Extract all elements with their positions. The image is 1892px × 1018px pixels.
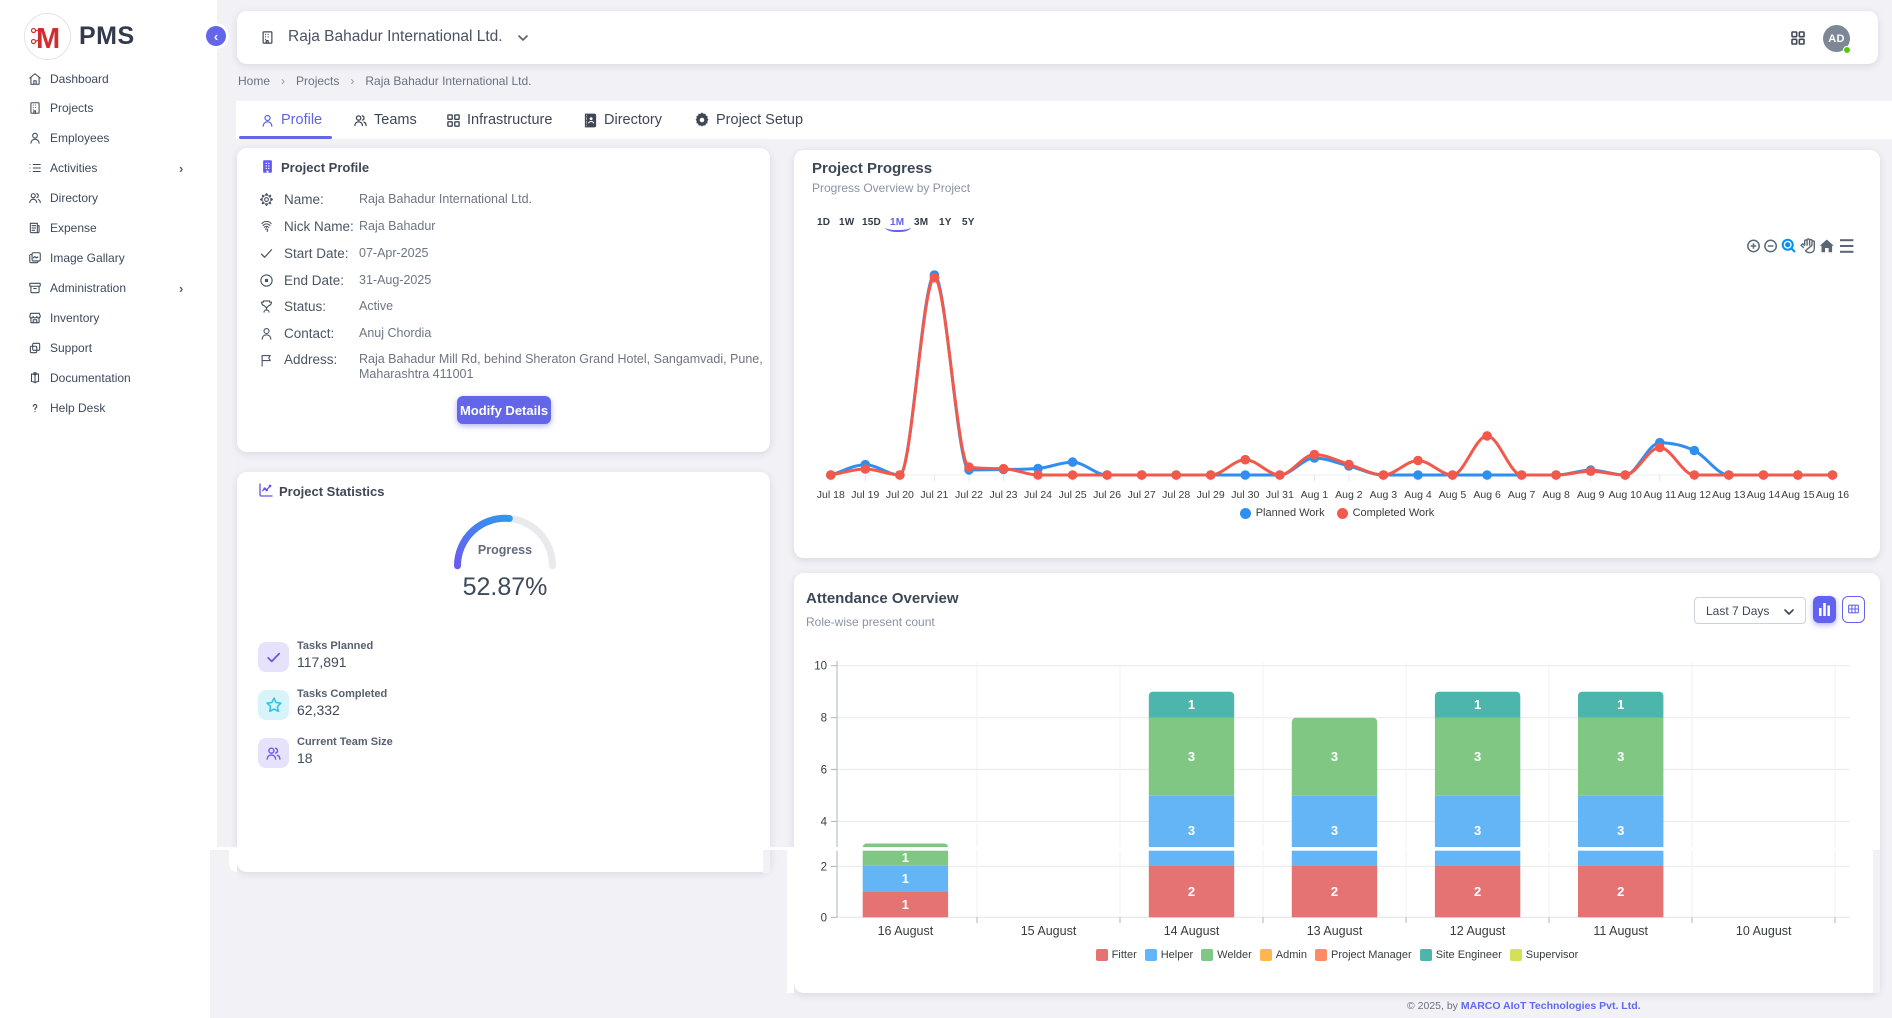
svg-text:Aug 2: Aug 2 [1335, 489, 1363, 501]
svg-text:10: 10 [814, 661, 827, 673]
svg-text:Jul 27: Jul 27 [1128, 489, 1156, 501]
svg-text:2: 2 [1188, 884, 1195, 899]
svg-text:2: 2 [1331, 884, 1338, 899]
svg-text:12 August: 12 August [1450, 924, 1506, 938]
svg-text:8: 8 [821, 713, 827, 725]
svg-text:Jul 22: Jul 22 [955, 489, 983, 501]
svg-text:Aug 5: Aug 5 [1439, 489, 1467, 501]
svg-text:Jul 23: Jul 23 [989, 489, 1017, 501]
svg-text:1: 1 [1474, 697, 1481, 712]
svg-text:3: 3 [1617, 749, 1624, 764]
svg-text:3: 3 [1331, 823, 1338, 838]
svg-text:2: 2 [1474, 884, 1481, 899]
svg-text:Aug 7: Aug 7 [1508, 489, 1536, 501]
svg-text:14 August: 14 August [1164, 924, 1220, 938]
svg-text:Jul 18: Jul 18 [817, 489, 845, 501]
svg-text:13 August: 13 August [1307, 924, 1363, 938]
svg-text:Aug 3: Aug 3 [1370, 489, 1398, 501]
svg-text:1: 1 [1188, 697, 1195, 712]
svg-text:3: 3 [1617, 823, 1624, 838]
svg-text:3: 3 [1474, 749, 1481, 764]
svg-text:Aug 8: Aug 8 [1542, 489, 1570, 501]
svg-text:1: 1 [902, 850, 909, 865]
svg-text:Aug 1: Aug 1 [1301, 489, 1329, 501]
svg-text:Aug 16: Aug 16 [1816, 489, 1849, 501]
svg-text:Aug 9: Aug 9 [1577, 489, 1605, 501]
svg-text:10 August: 10 August [1736, 924, 1792, 938]
svg-text:11 August: 11 August [1593, 924, 1648, 938]
svg-text:Aug 14: Aug 14 [1747, 489, 1780, 501]
svg-text:3: 3 [1474, 823, 1481, 838]
svg-text:Aug 13: Aug 13 [1712, 489, 1745, 501]
svg-text:3: 3 [1188, 749, 1195, 764]
svg-text:M: M [36, 23, 60, 53]
svg-text:Jul 30: Jul 30 [1231, 489, 1259, 501]
svg-text:0: 0 [821, 912, 827, 924]
svg-text:Aug 4: Aug 4 [1404, 489, 1432, 501]
svg-text:Jul 21: Jul 21 [920, 489, 948, 501]
svg-text:Jul 29: Jul 29 [1197, 489, 1225, 501]
svg-text:Jul 25: Jul 25 [1059, 489, 1087, 501]
svg-text:Jul 19: Jul 19 [851, 489, 879, 501]
svg-text:3: 3 [1331, 749, 1338, 764]
svg-text:3: 3 [1188, 823, 1195, 838]
svg-text:Jul 26: Jul 26 [1093, 489, 1121, 501]
svg-text:2: 2 [821, 861, 827, 873]
svg-text:1: 1 [902, 871, 909, 886]
svg-text:2: 2 [1617, 884, 1624, 899]
svg-text:Jul 20: Jul 20 [886, 489, 914, 501]
svg-text:Jul 28: Jul 28 [1162, 489, 1190, 501]
svg-text:Aug 10: Aug 10 [1609, 489, 1642, 501]
svg-text:16 August: 16 August [878, 924, 934, 938]
svg-text:4: 4 [821, 816, 828, 828]
svg-text:Jul 24: Jul 24 [1024, 489, 1052, 501]
svg-text:15 August: 15 August [1021, 924, 1077, 938]
svg-text:Aug 15: Aug 15 [1781, 489, 1814, 501]
svg-text:1: 1 [902, 897, 909, 912]
svg-text:6: 6 [821, 764, 827, 776]
svg-text:Jul 31: Jul 31 [1266, 489, 1294, 501]
svg-text:1: 1 [1617, 697, 1624, 712]
svg-text:Aug 12: Aug 12 [1678, 489, 1711, 501]
svg-text:Aug 11: Aug 11 [1644, 489, 1677, 501]
svg-text:Aug 6: Aug 6 [1473, 489, 1501, 501]
